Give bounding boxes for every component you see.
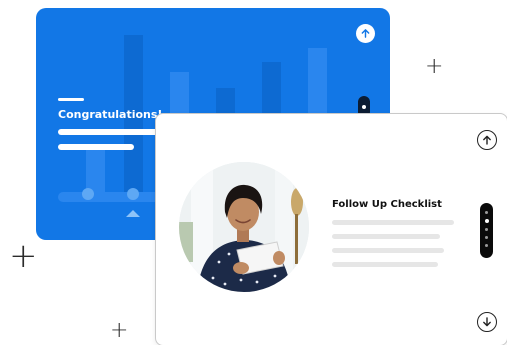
scroll-up-button[interactable] [356,24,375,43]
text-placeholder-line [332,220,454,225]
pagination-dot[interactable] [485,236,488,239]
card-title: Follow Up Checklist [332,199,442,210]
slider-dot[interactable] [127,188,139,200]
text-placeholder-line [58,144,134,150]
arrow-down-icon [483,317,491,327]
scroll-up-button[interactable] [477,130,497,150]
caret-up-icon [126,210,140,217]
person-photo [179,162,309,292]
text-placeholder-line [332,234,440,239]
pagination-dot[interactable] [485,228,488,231]
text-placeholder-line [332,262,438,267]
plus-icon: + [9,236,38,276]
person-reading-tablet-image [179,162,309,292]
plus-icon: + [110,318,129,343]
arrow-up-icon [483,135,491,145]
card-title: Congratulations! [58,108,163,121]
pagination-dot[interactable] [485,244,488,247]
plus-icon: + [425,54,444,79]
title-accent [58,98,84,101]
arrow-up-icon [361,29,370,38]
pagination-dot[interactable] [485,211,488,214]
follow-up-checklist-card: Follow Up Checklist [155,113,507,345]
text-placeholder-line [58,129,168,135]
illustration-stage: + + + Congratulations! Follow Up Checkli… [0,0,507,345]
text-placeholder-line [332,248,444,253]
slider-dot[interactable] [82,188,94,200]
pagination-dots[interactable] [480,203,493,258]
scroll-down-button[interactable] [477,312,497,332]
pagination-dot-active[interactable] [484,219,489,223]
